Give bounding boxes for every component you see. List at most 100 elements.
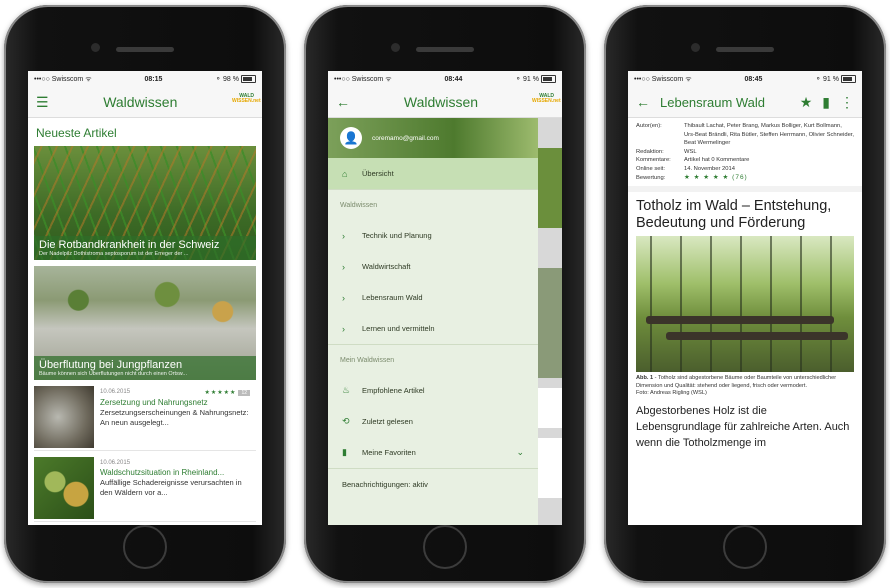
featured-article-1[interactable]: Die Rotbandkrankheit in der Schweiz Der …	[34, 146, 256, 260]
featured-caption: Überflutung bei Jungpflanzen Bäume könne…	[34, 356, 256, 380]
article-teaser: Zersetzungserscheinungen & Nahrungsnetz:…	[100, 408, 249, 427]
nav-label: Lebensraum Wald	[362, 293, 423, 302]
featured-subtitle: Bäume können sich Überflutungen nicht du…	[39, 371, 187, 377]
app-bar: ← Waldwissen WALD WISSEN.net	[328, 87, 562, 118]
phone-3: •••○○ Swisscom ᯤ 08:45 ⚬ 91 % ← Lebensra…	[604, 5, 886, 583]
nav-label: Zuletzt gelesen	[362, 417, 413, 426]
app-title: Lebensraum Wald	[660, 94, 766, 110]
battery-status: ⚬ 91 %	[515, 75, 556, 84]
nav-item[interactable]: › Lernen und vermitteln	[328, 313, 538, 344]
article-body: Abgestorbenes Holz ist die Lebensgrundla…	[636, 404, 850, 449]
featured-caption: Die Rotbandkrankheit in der Schweiz Der …	[34, 236, 256, 260]
app-bar: ← Lebensraum Wald ★ ▮ ⋮	[628, 87, 862, 118]
rating-stars: ★★★★★	[204, 390, 237, 396]
bookmark-icon[interactable]: ▮	[822, 94, 830, 111]
featured-article-2[interactable]: Überflutung bei Jungpflanzen Bäume könne…	[34, 266, 256, 380]
app-title: Waldwissen	[403, 94, 479, 110]
carrier: •••○○ Swisscom ᯤ	[634, 75, 692, 83]
nav-item-recent[interactable]: ⟲ Zuletzt gelesen	[328, 406, 538, 437]
photo-credit: Foto: Andreas Rigling (WSL)	[636, 390, 707, 397]
article-teaser: Auffällige Schadereignisse verursachten …	[100, 478, 242, 497]
home-button[interactable]	[423, 525, 467, 569]
carrier: •••○○ Swisscom ᯤ	[334, 75, 392, 83]
section-header: Mein Waldwissen	[328, 344, 538, 375]
chevron-down-icon[interactable]: ⌄	[516, 447, 524, 458]
home-button[interactable]	[123, 525, 167, 569]
featured-subtitle: Der Nadelpilz Dothistroma septosporum is…	[39, 251, 189, 257]
user-email: coremamo@gmail.com	[372, 134, 439, 142]
article-title: Waldschutzsituation in Rheinland...	[100, 468, 225, 477]
nav-label: Technik und Planung	[362, 231, 432, 240]
nav-label: Benachrichtigungen: aktiv	[342, 480, 428, 489]
nav-item[interactable]: › Technik und Planung	[328, 220, 538, 251]
recommend-icon: ♨	[342, 385, 351, 395]
article-thumbnail	[34, 386, 94, 448]
app-title: Waldwissen	[103, 94, 178, 110]
menu-icon[interactable]: ☰	[36, 94, 49, 111]
chevron-right-icon: ›	[342, 323, 345, 334]
nav-label: Lernen und vermitteln	[362, 324, 435, 333]
status-bar: •••○○ Swisscom ᯤ 08:44 ⚬ 91 %	[328, 71, 562, 87]
featured-title: Überflutung bei Jungpflanzen	[39, 359, 183, 371]
clock: 08:44	[444, 75, 463, 83]
screen-2: •••○○ Swisscom ᯤ 08:44 ⚬ 91 % ← Waldwiss…	[328, 71, 562, 525]
nav-item-overview[interactable]: ⌂ Übersicht	[328, 158, 538, 189]
meta-authors: Thibault Lachat, Peter Brang, Markus Bol…	[684, 123, 855, 147]
article-date: 10.06.2015	[100, 460, 131, 466]
back-arrow-icon[interactable]: ←	[636, 94, 650, 110]
drawer-header: 👤 coremamo@gmail.com	[328, 118, 538, 158]
nav-label: Meine Favoriten	[362, 448, 416, 457]
article-image[interactable]	[636, 236, 854, 373]
drawer-overlay[interactable]: 👤 coremamo@gmail.com ⌂ Übersicht Waldwis…	[328, 118, 562, 525]
speaker	[116, 47, 174, 52]
section-header: Waldwissen	[328, 189, 538, 220]
list-item[interactable]: 10.06.2015 Waldschutzsituation in Rheinl…	[34, 457, 256, 522]
waldwissen-logo[interactable]: WALD WISSEN.net	[232, 94, 261, 110]
nav-label: Empfohlene Artikel	[362, 386, 425, 395]
camera	[91, 43, 100, 52]
article-date: 10.06.2015	[100, 389, 131, 395]
meta-key: Redaktion:	[636, 148, 664, 155]
chevron-right-icon: ›	[342, 230, 345, 241]
navigation-drawer: 👤 coremamo@gmail.com ⌂ Übersicht Waldwis…	[328, 118, 538, 525]
home-icon: ⌂	[342, 168, 348, 179]
meta-editor: WSL	[684, 148, 697, 155]
nav-item[interactable]: › Lebensraum Wald	[328, 282, 538, 313]
list-item[interactable]: 10.06.2015 ★★★★★ 12 Zersetzung und Nahrung…	[34, 386, 256, 451]
phone-1: •••○○ Swisscom ᯤ 08:15 ⚬ 98 % ☰ Waldwiss…	[4, 5, 286, 583]
section-title: Neueste Artikel	[36, 126, 117, 140]
history-icon: ⟲	[342, 416, 350, 426]
battery-icon	[240, 75, 256, 84]
chevron-right-icon: ›	[342, 261, 345, 272]
status-bar: •••○○ Swisscom ᯤ 08:15 ⚬ 98 %	[28, 71, 262, 87]
clock: 08:15	[144, 75, 163, 83]
camera	[691, 43, 700, 52]
star-icon[interactable]: ★	[800, 94, 813, 111]
meta-rating[interactable]: ★ ★ ★ ★ ★ (76)	[684, 174, 748, 183]
meta-comments: Artikel hat 0 Kommentare	[684, 157, 750, 164]
notifications-toggle[interactable]: Benachrichtigungen: aktiv	[328, 468, 538, 500]
avatar[interactable]: 👤	[340, 127, 362, 149]
nav-label: Übersicht	[362, 169, 394, 178]
phone-2: •••○○ Swisscom ᯤ 08:44 ⚬ 91 % ← Waldwiss…	[304, 5, 586, 583]
nav-item-favorites[interactable]: ▮ Meine Favoriten ⌄	[328, 437, 538, 468]
speaker	[416, 47, 474, 52]
more-options-icon[interactable]: ⋮	[840, 94, 854, 111]
comment-count-badge: 12	[238, 390, 250, 396]
article-title: Totholz im Wald – Entstehung, Bedeutung …	[636, 198, 832, 232]
image-caption: Abb. 1 - Totholz sind abgestorbene Bäume…	[636, 375, 837, 397]
camera	[391, 43, 400, 52]
nav-item[interactable]: › Waldwirtschaft	[328, 251, 538, 282]
battery-status: ⚬ 98 %	[215, 75, 256, 84]
article-thumbnail	[34, 457, 94, 519]
app-bar: ☰ Waldwissen WALD WISSEN.net	[28, 87, 262, 118]
meta-key: Online seit:	[636, 165, 665, 172]
article-meta: Autor(en): Thibault Lachat, Peter Brang, …	[628, 118, 862, 193]
nav-item-recommended[interactable]: ♨ Empfohlene Artikel	[328, 375, 538, 406]
status-bar: •••○○ Swisscom ᯤ 08:45 ⚬ 91 %	[628, 71, 862, 87]
home-button[interactable]	[723, 525, 767, 569]
back-arrow-icon[interactable]: ←	[336, 94, 350, 110]
meta-online-since: 14. November 2014	[684, 165, 735, 172]
chevron-right-icon: ›	[342, 292, 345, 303]
waldwissen-logo[interactable]: WALD WISSEN.net	[532, 94, 561, 110]
